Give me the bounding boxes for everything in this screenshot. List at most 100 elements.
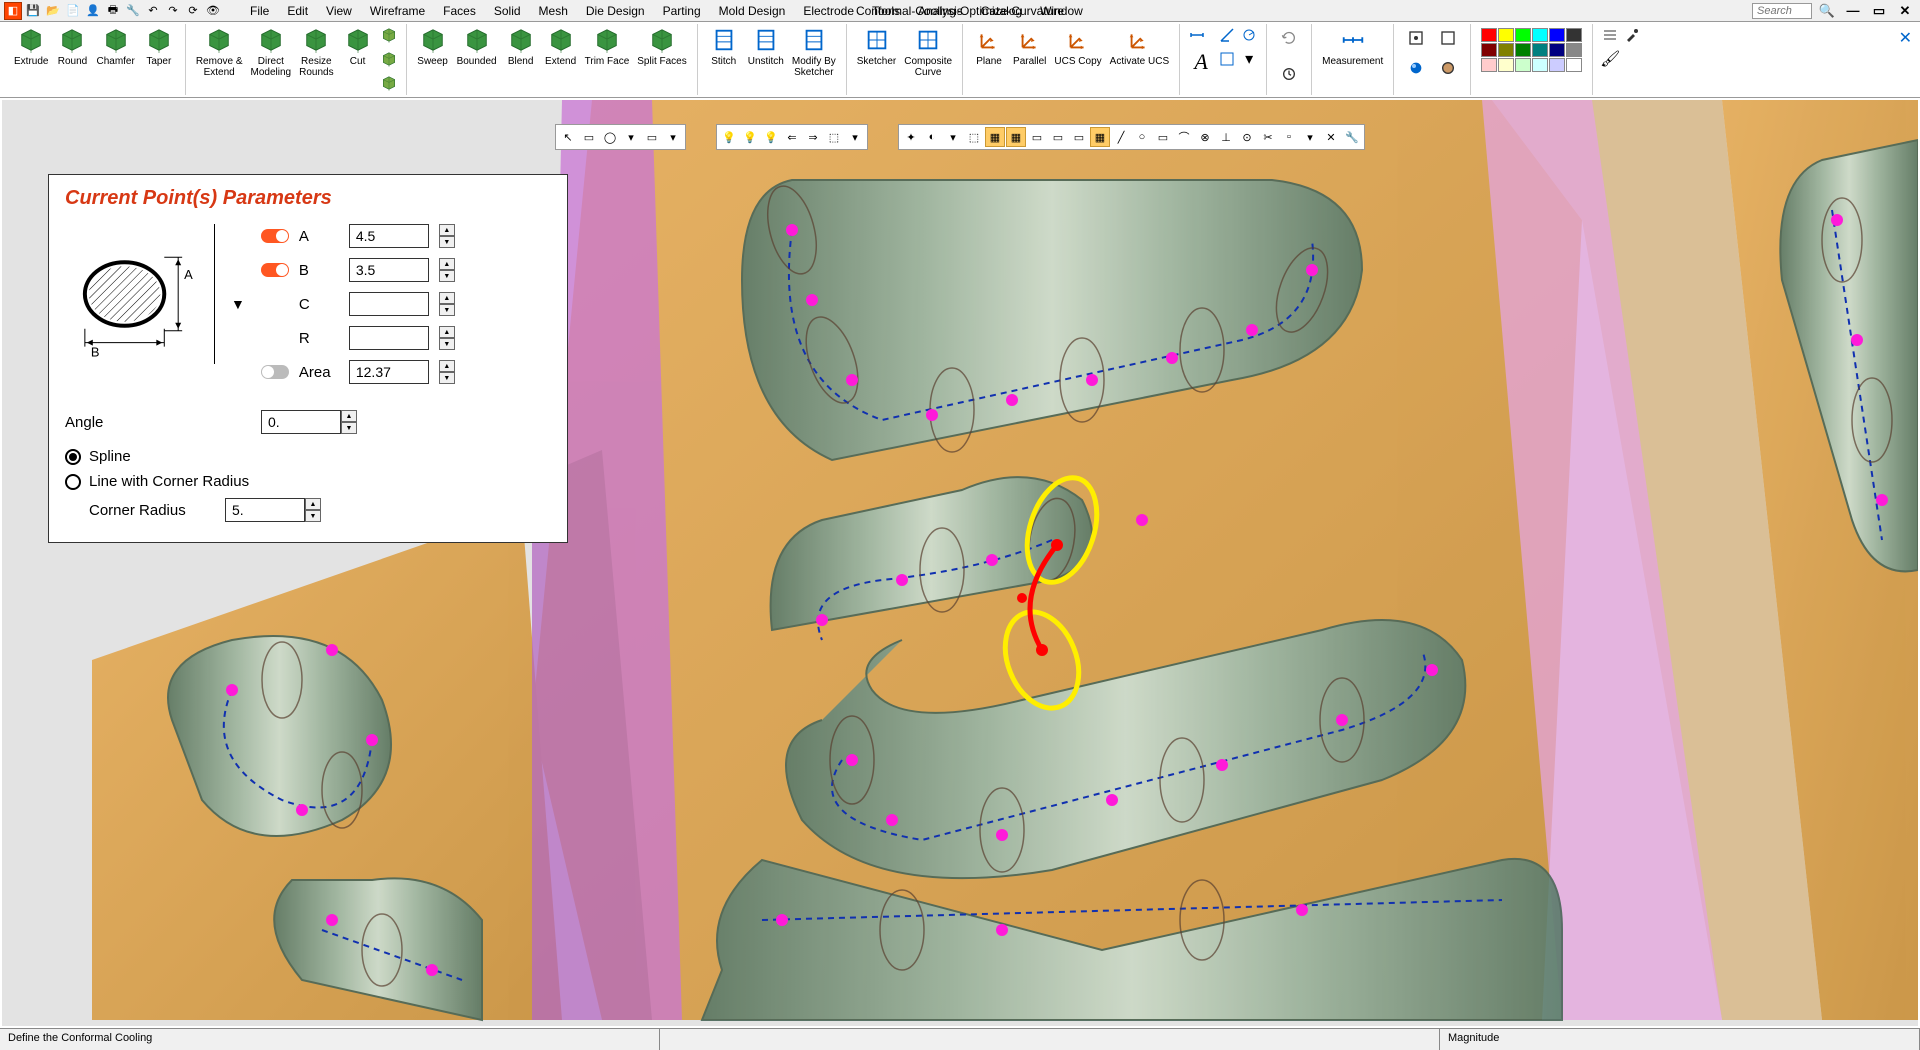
ribbon-blend[interactable]: Blend [501,24,541,69]
ribbon-trim-face[interactable]: Trim Face [581,24,634,69]
select-face-icon[interactable]: ▾ [621,127,641,147]
t2-icon[interactable]: ◐ [922,127,942,147]
color-swatch[interactable] [1481,58,1497,72]
ribbon-extrude[interactable]: Extrude [10,24,52,69]
profile-dropdown-icon[interactable]: ▼ [225,296,251,312]
arc-icon[interactable]: ⌒ [1174,127,1194,147]
dim-horizontal-icon[interactable] [1186,24,1208,46]
select-box-icon[interactable]: ▭ [579,127,599,147]
ribbon-chamfer[interactable]: Chamfer [92,24,138,69]
spin-down-icon[interactable]: ▼ [439,304,455,316]
eyedropper-icon[interactable] [1621,24,1643,46]
spin-down-icon[interactable]: ▼ [439,270,455,282]
bulb-on-icon[interactable]: 💡 [719,127,739,147]
iso-icon[interactable]: ⬚ [824,127,844,147]
color-swatch[interactable] [1515,58,1531,72]
spin-down-icon[interactable]: ▼ [439,338,455,350]
toggle-B[interactable] [261,263,289,277]
search-icon[interactable]: 🔍 [1816,2,1838,20]
ribbon-extend[interactable]: Extend [541,24,581,69]
color-swatch[interactable] [1549,28,1565,42]
close-button[interactable]: ✕ [1894,2,1916,20]
menu-edit[interactable]: Edit [279,2,316,20]
tan-icon[interactable]: ⊙ [1237,127,1257,147]
t10-icon[interactable]: ▦ [1090,127,1110,147]
color-swatch[interactable] [1566,58,1582,72]
circle-icon[interactable]: ○ [1132,127,1152,147]
minimize-button[interactable]: — [1842,2,1864,20]
snap1-icon[interactable]: ▫ [1279,127,1299,147]
spin-up-icon[interactable]: ▲ [439,258,455,270]
t1-icon[interactable]: ✦ [901,127,921,147]
select-opt-icon[interactable]: ▾ [663,127,683,147]
ribbon-resize-rounds[interactable]: ResizeRounds [295,24,337,80]
text-annotation-button[interactable]: A [1186,48,1216,76]
menu-electrode[interactable]: Electrode [795,2,862,20]
menu-mesh[interactable]: Mesh [531,2,576,20]
redo-icon[interactable]: ↷ [164,2,182,20]
undo-icon[interactable]: ↶ [144,2,162,20]
color-swatch[interactable] [1566,43,1582,57]
t6-icon[interactable]: ▦ [1006,127,1026,147]
app-icon[interactable]: ◧ [4,2,22,20]
color-swatch[interactable] [1532,28,1548,42]
select-edge-icon[interactable]: ▭ [642,127,662,147]
line-icon[interactable]: ╱ [1111,127,1131,147]
toggle-Area[interactable] [261,365,289,379]
ribbon-remove-extend[interactable]: Remove &Extend [192,24,247,80]
param-input-Area[interactable] [349,360,429,384]
prev-icon[interactable]: ⇐ [782,127,802,147]
spin-up-icon[interactable]: ▲ [439,360,455,372]
ribbon-round[interactable]: Round [52,24,92,69]
t5-icon[interactable]: ▦ [985,127,1005,147]
spin-up-icon[interactable]: ▲ [439,326,455,338]
small1-icon[interactable] [378,24,400,46]
material-icon[interactable] [1432,54,1464,82]
dim-radius-icon[interactable] [1238,24,1260,46]
color-swatch[interactable] [1549,43,1565,57]
save-icon[interactable]: 💾 [24,2,42,20]
spin-up-icon[interactable]: ▲ [439,224,455,236]
brush-icon[interactable]: 🖌 [1599,48,1621,70]
search-input[interactable] [1752,3,1812,19]
render-icon[interactable] [1400,54,1432,82]
ribbon-activate-ucs[interactable]: Activate UCS [1106,24,1173,69]
trim-icon[interactable]: ✂ [1258,127,1278,147]
iso-drop-icon[interactable]: ▾ [845,127,865,147]
lines-icon[interactable] [1599,24,1621,46]
corner-radius-input[interactable] [225,498,305,522]
tools-icon[interactable]: ✕ [1321,127,1341,147]
t7-icon[interactable]: ▭ [1027,127,1047,147]
small3-icon[interactable] [378,72,400,94]
ribbon-stitch[interactable]: Stitch [704,24,744,69]
t4-icon[interactable]: ⬚ [964,127,984,147]
format-icon[interactable] [1216,48,1238,70]
angle-input[interactable] [261,410,341,434]
cross-icon[interactable]: ⊗ [1195,127,1215,147]
ribbon-sketcher[interactable]: Sketcher [853,24,900,69]
spin-down-icon[interactable]: ▼ [439,372,455,384]
small2-icon[interactable] [378,48,400,70]
angle-up-icon[interactable]: ▲ [341,410,357,422]
angle-down-icon[interactable]: ▼ [341,422,357,434]
menu-faces[interactable]: Faces [435,2,484,20]
color-swatch[interactable] [1549,58,1565,72]
print-icon[interactable]: 🖶 [104,2,122,20]
ribbon-sweep[interactable]: Sweep [413,24,453,69]
bulb2-icon[interactable]: 💡 [761,127,781,147]
param-input-C[interactable] [349,292,429,316]
menu-file[interactable]: File [242,2,277,20]
dim-angle-icon[interactable] [1216,24,1238,46]
t9-icon[interactable]: ▭ [1069,127,1089,147]
refresh-icon[interactable]: ⟳ [184,2,202,20]
ribbon-composite-curve[interactable]: CompositeCurve [900,24,956,80]
menu-parting[interactable]: Parting [655,2,709,20]
ribbon-cut[interactable]: Cut [338,24,378,69]
color-swatch[interactable] [1566,28,1582,42]
radio-spline[interactable] [65,449,81,465]
ribbon-unstitch[interactable]: Unstitch [744,24,788,69]
spin-up-icon[interactable]: ▲ [439,292,455,304]
rect-icon[interactable]: ▭ [1153,127,1173,147]
next-icon[interactable]: ⇒ [803,127,823,147]
color-swatch[interactable] [1481,28,1497,42]
